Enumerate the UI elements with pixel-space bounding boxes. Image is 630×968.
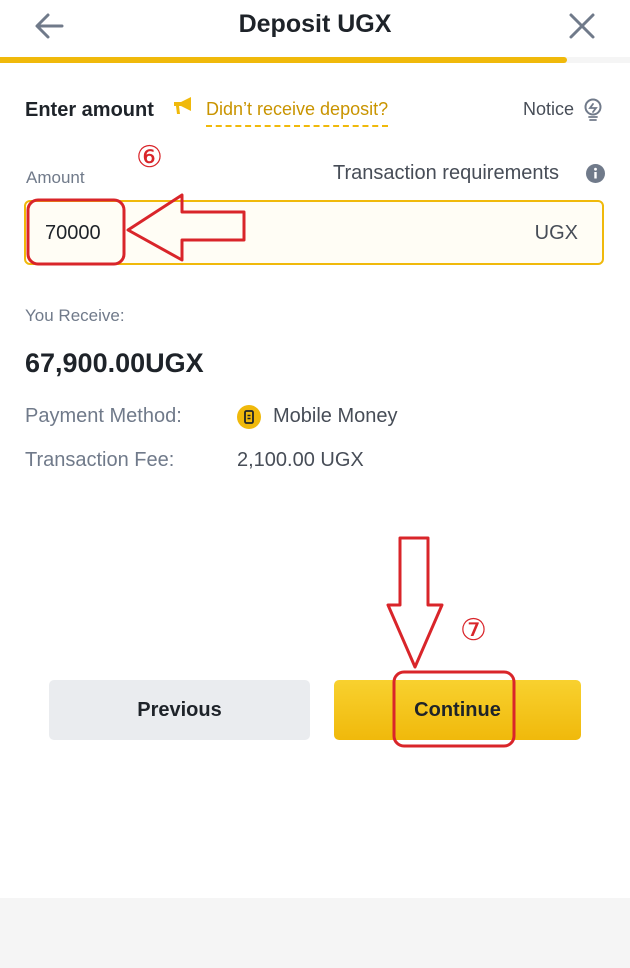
- step-6-annotation: ⑥: [136, 140, 163, 175]
- megaphone-icon: [172, 96, 194, 118]
- lightbulb-icon[interactable]: [583, 98, 603, 122]
- progress-bar: [0, 57, 567, 63]
- amount-input[interactable]: 70000 UGX: [24, 200, 604, 265]
- mobile-money-icon: [237, 405, 261, 429]
- enter-amount-row: Enter amount Didn’t receive deposit? Not…: [25, 96, 605, 128]
- previous-button[interactable]: Previous: [49, 680, 310, 740]
- transaction-requirements-link[interactable]: Transaction requirements: [333, 162, 559, 185]
- notice-link[interactable]: Notice: [523, 99, 574, 120]
- close-button[interactable]: [562, 6, 602, 46]
- you-receive-label: You Receive:: [25, 306, 125, 325]
- continue-button[interactable]: Continue: [334, 680, 581, 740]
- page-title: Deposit UGX: [238, 10, 392, 38]
- enter-amount-label: Enter amount: [25, 99, 154, 121]
- amount-label: Amount: [26, 168, 85, 187]
- didnt-receive-deposit-link[interactable]: Didn’t receive deposit?: [206, 99, 389, 127]
- footer-area: [0, 898, 630, 968]
- header: Deposit UGX: [0, 0, 630, 63]
- info-icon[interactable]: [586, 164, 605, 183]
- transaction-fee-value: 2,100.00 UGX: [237, 449, 364, 471]
- transaction-fee-label: Transaction Fee:: [25, 449, 175, 471]
- payment-method-label: Payment Method:: [25, 405, 182, 427]
- close-icon: [569, 13, 595, 39]
- step-7-annotation: ⑦: [460, 613, 487, 648]
- you-receive-value: 67,900.00UGX: [25, 348, 204, 378]
- amount-currency-label: UGX: [534, 222, 578, 244]
- payment-method-value: Mobile Money: [273, 405, 398, 427]
- progress-track: [0, 57, 630, 63]
- amount-input-value[interactable]: 70000: [45, 222, 101, 245]
